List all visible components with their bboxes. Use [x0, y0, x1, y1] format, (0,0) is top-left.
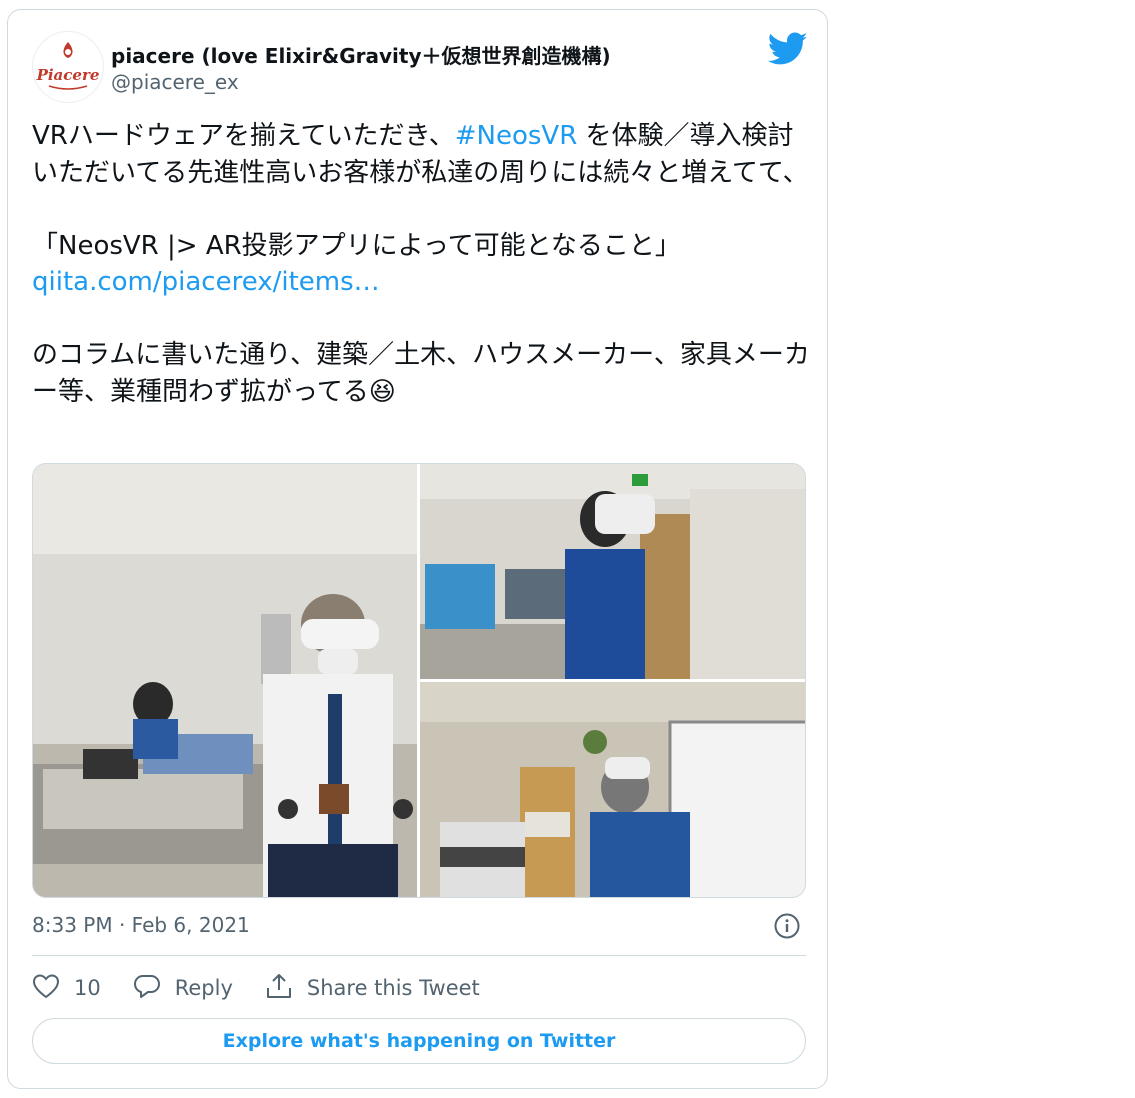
reply-icon	[133, 973, 175, 1004]
media-grid	[32, 463, 806, 898]
explore-button[interactable]: Explore what's happening on Twitter	[32, 1018, 806, 1064]
author-handle[interactable]: @piacere_ex	[111, 70, 239, 94]
like-button[interactable]: 10	[32, 973, 101, 1004]
tweet-actions: 10 Reply Share this Tweet	[32, 973, 512, 1003]
heart-icon	[32, 973, 74, 1004]
photo-office-left[interactable]	[33, 464, 417, 897]
reply-label: Reply	[174, 976, 233, 1000]
article-link[interactable]: qiita.com/piacerex/items…	[32, 267, 380, 297]
like-count: 10	[74, 976, 101, 1000]
tweet-text-part-1: VRハードウェアを揃えていただき、	[32, 121, 455, 151]
tweet-text-part-3: のコラムに書いた通り、建築／土木、ハウスメーカー、家具メーカー等、業種問わず拡が…	[32, 340, 810, 407]
share-label: Share this Tweet	[306, 976, 480, 1000]
author-name[interactable]: piacere (love Elixir&Gravity＋仮想世界創造機構)	[111, 40, 611, 69]
tweet-card: Piacere piacere (love Elixir&Gravity＋仮想世…	[7, 9, 828, 1089]
share-button[interactable]: Share this Tweet	[265, 972, 480, 1005]
avatar[interactable]: Piacere	[32, 31, 104, 103]
photo-office-top-right[interactable]	[420, 464, 805, 679]
hashtag-link[interactable]: #NeosVR	[455, 121, 578, 151]
photo-office-bottom-right[interactable]	[420, 682, 805, 897]
divider	[32, 955, 806, 956]
timestamp[interactable]: 8:33 PM · Feb 6, 2021	[32, 913, 250, 937]
avatar-logo-text: Piacere	[36, 66, 100, 84]
info-icon[interactable]	[774, 913, 800, 939]
tweet-text: VRハードウェアを揃えていただき、#NeosVR を体験／導入検討いただいてる先…	[32, 118, 812, 410]
twitter-bird-icon[interactable]	[767, 32, 808, 66]
share-icon	[265, 972, 307, 1005]
reply-button[interactable]: Reply	[133, 973, 233, 1004]
